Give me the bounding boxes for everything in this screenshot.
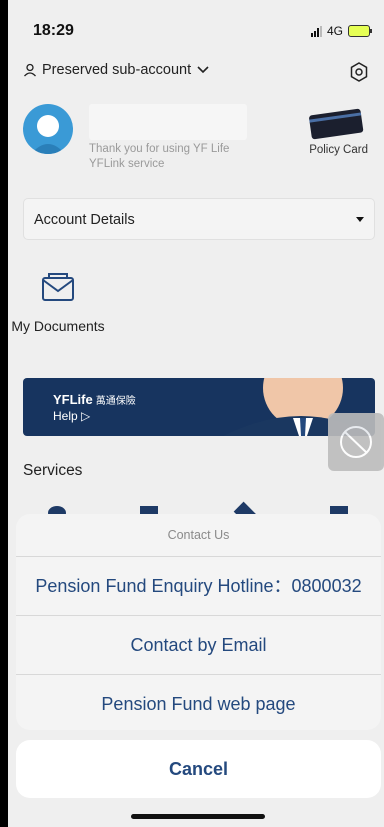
thanks-text: Thank you for using YF Life YFLink servi… — [89, 143, 230, 170]
services-row — [8, 500, 384, 525]
signal-icon — [310, 25, 322, 37]
account-label: Preserved sub-account — [42, 62, 192, 78]
chevron-down-icon — [197, 66, 209, 74]
banner-illustration — [223, 378, 375, 436]
status-time: 18:29 — [33, 22, 74, 39]
status-bar: 18:29 4G — [8, 0, 384, 60]
policy-card-icon[interactable] — [307, 106, 365, 140]
services-title: Services — [23, 462, 83, 479]
app-screen: 18:29 4G Preserved sub-account Thank you… — [8, 0, 384, 827]
status-indicators: 4G — [310, 24, 372, 38]
network-label: 4G — [326, 24, 343, 38]
action-sheet-title: Contact Us — [16, 514, 381, 557]
profile-section: Thank you for using YF Life YFLink servi… — [23, 104, 368, 174]
no-signal-icon — [340, 426, 372, 458]
caret-down-icon — [356, 217, 364, 222]
web-page-option[interactable]: Pension Fund web page — [16, 675, 381, 730]
banner-brand: YFLife 萬通保險 — [53, 392, 136, 407]
contact-us-action-sheet: Contact Us Pension Fund Enquiry Hotline：… — [16, 514, 381, 730]
account-header: Preserved sub-account — [23, 62, 368, 86]
my-documents-shortcut[interactable]: My Documents — [8, 268, 108, 336]
hotline-option[interactable]: Pension Fund Enquiry Hotline：0800032 — [16, 557, 381, 616]
home-indicator[interactable] — [131, 814, 265, 819]
my-documents-label: My Documents — [11, 318, 105, 334]
help-banner[interactable]: YFLife 萬通保險 Help ▷ — [23, 378, 375, 436]
gear-icon[interactable] — [350, 62, 368, 82]
play-icon: ▷ — [81, 409, 91, 423]
envelope-icon — [42, 273, 74, 301]
account-details-dropdown[interactable]: Account Details — [23, 198, 375, 240]
account-details-label: Account Details — [34, 212, 135, 228]
avatar — [23, 104, 73, 154]
policy-card-label[interactable]: Policy Card — [309, 144, 368, 156]
banner-help[interactable]: Help ▷ — [53, 409, 90, 423]
account-switcher[interactable]: Preserved sub-account — [23, 62, 368, 78]
battery-icon — [348, 25, 372, 37]
user-icon — [24, 63, 36, 77]
cancel-button[interactable]: Cancel — [16, 740, 381, 798]
member-name-placeholder — [89, 104, 247, 140]
floating-assistant-button[interactable] — [328, 413, 384, 471]
email-option[interactable]: Contact by Email — [16, 616, 381, 675]
